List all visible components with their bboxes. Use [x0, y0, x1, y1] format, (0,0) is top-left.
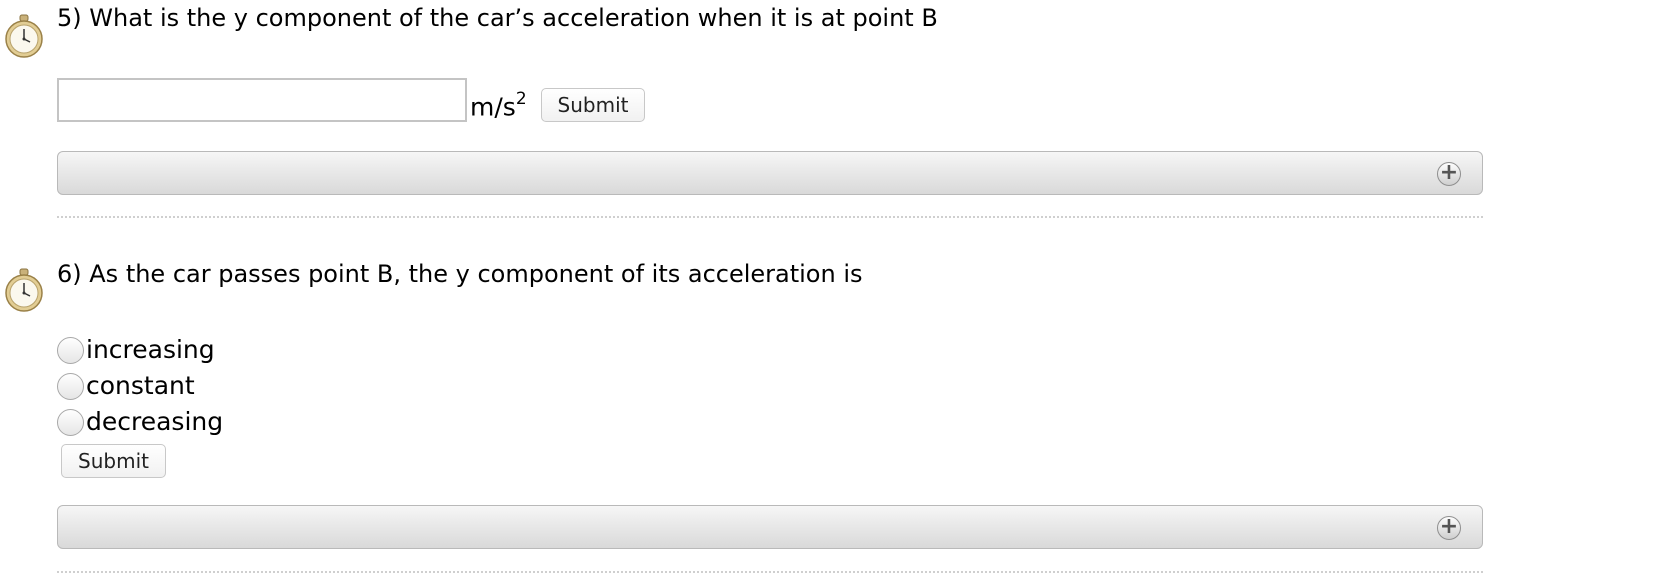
unit-base: m/s [470, 92, 516, 122]
plus-circle-icon[interactable]: + [1437, 162, 1461, 186]
radio-button[interactable] [57, 336, 84, 364]
question-text: 6) As the car passes point B, the y comp… [57, 260, 863, 288]
stopwatch-icon [5, 14, 43, 58]
options-list: increasing constant decreasing [57, 332, 223, 440]
radio-button[interactable] [57, 372, 84, 400]
submit-button[interactable]: Submit [541, 88, 645, 122]
submit-button[interactable]: Submit [61, 444, 166, 478]
hint-bar[interactable]: + [57, 151, 1483, 195]
hint-bar[interactable]: + [57, 505, 1483, 549]
option-label: decreasing [86, 407, 224, 436]
answer-input[interactable] [57, 78, 467, 122]
divider [57, 571, 1483, 573]
unit-exponent: 2 [515, 89, 527, 109]
option-decreasing[interactable]: decreasing [57, 404, 223, 440]
question-text: 5) What is the y component of the car’s … [57, 4, 938, 32]
plus-circle-icon[interactable]: + [1437, 516, 1461, 540]
option-label: increasing [86, 335, 215, 364]
option-increasing[interactable]: increasing [57, 332, 223, 368]
unit-label: m/s2 [470, 86, 527, 122]
option-label: constant [86, 371, 195, 400]
radio-button[interactable] [57, 408, 84, 436]
stopwatch-icon [5, 268, 43, 312]
divider [57, 216, 1483, 218]
option-constant[interactable]: constant [57, 368, 223, 404]
